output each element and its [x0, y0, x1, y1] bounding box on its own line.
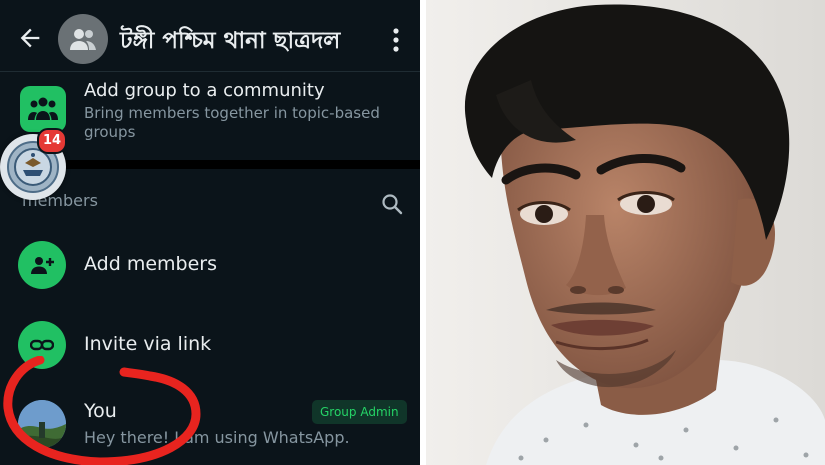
- search-icon[interactable]: [380, 192, 404, 216]
- red-annotation-circle: [3, 356, 201, 465]
- invite-link-label: Invite via link: [84, 333, 212, 355]
- group-people-icon: [70, 29, 96, 50]
- add-members-label: Add members: [84, 253, 217, 275]
- group-admin-badge: Group Admin: [312, 400, 407, 424]
- community-title: Add group to a community: [84, 80, 325, 101]
- top-app-bar: টঙ্গী পশ্চিম থানা ছাত্রদল: [0, 0, 420, 72]
- young-man-portrait: [426, 0, 825, 465]
- person-add-icon: [18, 241, 66, 289]
- portrait-photo: [426, 0, 825, 465]
- group-avatar[interactable]: [58, 14, 108, 64]
- more-options-icon[interactable]: [388, 26, 404, 54]
- group-title: টঙ্গী পশ্চিম থানা ছাত্রদল: [120, 28, 341, 54]
- add-members-row[interactable]: Add members: [0, 231, 420, 301]
- community-icon: [20, 86, 66, 132]
- back-arrow-icon[interactable]: [16, 24, 44, 52]
- community-subtitle: Bring members together in topic-based gr…: [84, 104, 380, 141]
- unread-count-badge: 14: [37, 128, 67, 154]
- whatsapp-group-info-screen: টঙ্গী পশ্চিম থানা ছাত্রদল Add group to a…: [0, 0, 420, 465]
